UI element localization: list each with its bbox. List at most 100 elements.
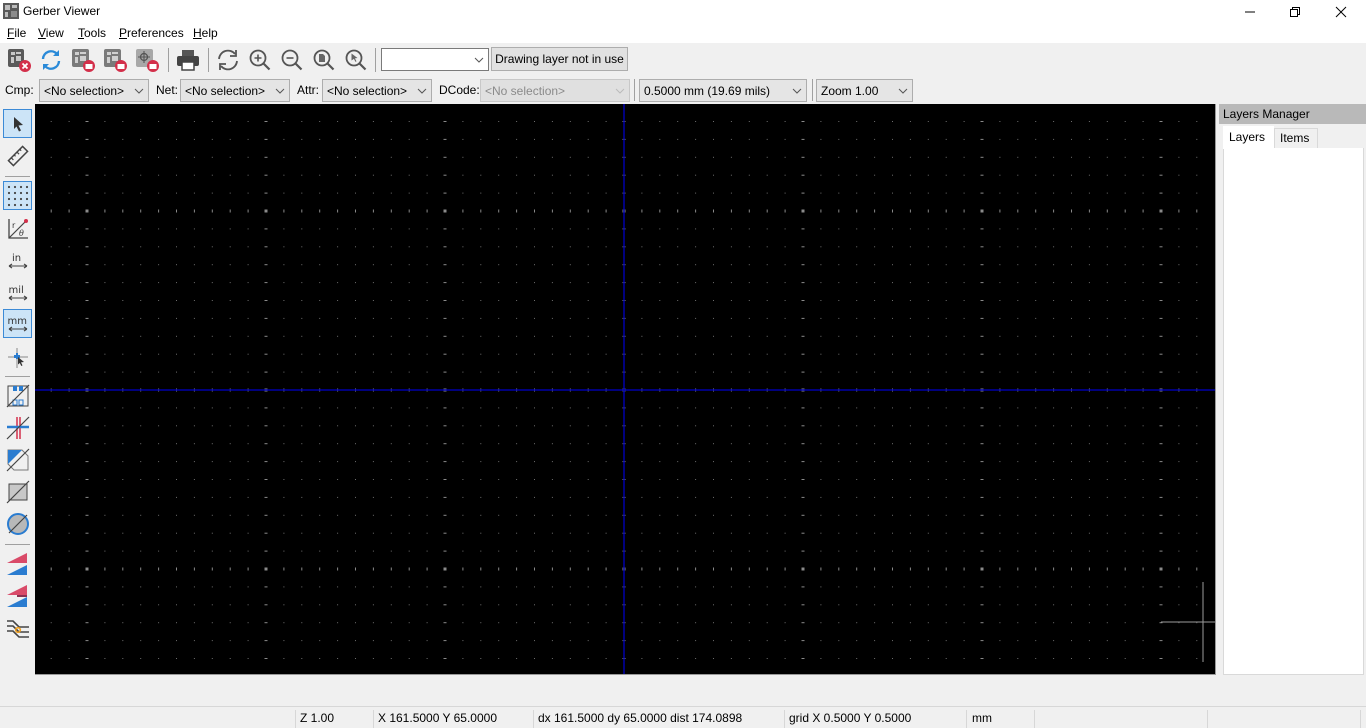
show-polygons-sketch-button[interactable] bbox=[3, 445, 32, 474]
select-tool-button[interactable] bbox=[3, 109, 32, 138]
grid-dot bbox=[426, 550, 428, 552]
grid-dot bbox=[784, 246, 786, 248]
net-filter-dropdown[interactable]: <No selection> bbox=[180, 79, 290, 102]
grid-dot bbox=[587, 550, 589, 552]
grid-dot bbox=[730, 174, 732, 176]
grid-dot bbox=[551, 174, 553, 176]
grid-dot bbox=[569, 317, 571, 319]
grid-dot bbox=[426, 479, 428, 480]
print-button[interactable] bbox=[174, 46, 202, 74]
grid-dot bbox=[1196, 550, 1198, 552]
grid-dot bbox=[748, 209, 750, 213]
menu-help[interactable]: Help bbox=[193, 26, 218, 40]
clear-layers-button[interactable] bbox=[5, 46, 33, 74]
grid-toggle-button[interactable] bbox=[3, 181, 32, 210]
minimize-button[interactable] bbox=[1227, 0, 1273, 23]
grid-dot bbox=[874, 658, 876, 659]
grid-dot bbox=[1088, 567, 1090, 571]
grid-dot bbox=[534, 371, 535, 373]
zoom-out-button[interactable] bbox=[278, 46, 306, 74]
grid-dot bbox=[730, 371, 732, 373]
tab-layers[interactable]: Layers bbox=[1223, 126, 1274, 149]
svg-text:r: r bbox=[12, 221, 16, 230]
grid-dot bbox=[980, 246, 984, 248]
grid-dot bbox=[766, 658, 768, 659]
grid-dot bbox=[229, 567, 231, 571]
zoom-in-button[interactable] bbox=[246, 46, 274, 74]
drawing-layer-button[interactable]: Drawing layer not in use bbox=[491, 47, 628, 71]
grid-dot bbox=[677, 425, 679, 427]
menu-view[interactable]: View bbox=[38, 26, 64, 40]
grid-dot bbox=[801, 317, 805, 319]
grid-size-dropdown[interactable]: 0.5000 mm (19.69 mils) bbox=[639, 79, 807, 102]
grid-dot bbox=[927, 209, 929, 213]
grid-dot bbox=[1142, 156, 1144, 158]
diff-mode-button[interactable] bbox=[3, 549, 32, 578]
grid-dot bbox=[980, 496, 984, 498]
svg-text:in: in bbox=[12, 253, 21, 264]
show-dcodes-button[interactable] bbox=[3, 509, 32, 538]
show-negative-objects-button[interactable] bbox=[3, 477, 32, 506]
open-drill-button[interactable] bbox=[133, 46, 161, 74]
grid-dot bbox=[264, 282, 268, 284]
redraw-button[interactable] bbox=[214, 46, 242, 74]
grid-dot bbox=[587, 407, 589, 409]
grid-dot bbox=[1071, 550, 1072, 552]
grid-dot bbox=[1053, 121, 1055, 122]
grid-dot bbox=[50, 532, 52, 534]
show-lines-sketch-button[interactable] bbox=[3, 413, 32, 442]
grid-dot bbox=[1142, 407, 1144, 409]
grid-dot bbox=[748, 532, 750, 534]
units-mils-button[interactable]: mil bbox=[3, 278, 32, 307]
menu-tools[interactable]: Tools bbox=[78, 26, 106, 40]
grid-dot bbox=[516, 192, 518, 194]
grid-dot bbox=[569, 622, 571, 624]
grid-dot bbox=[211, 479, 213, 480]
units-inches-button[interactable]: in bbox=[3, 246, 32, 275]
grid-dot bbox=[856, 550, 858, 552]
status-separator bbox=[1360, 710, 1361, 728]
reload-button[interactable] bbox=[37, 46, 65, 74]
grid-dot bbox=[426, 425, 428, 427]
gerber-canvas[interactable] bbox=[35, 104, 1216, 675]
grid-dot bbox=[856, 335, 858, 337]
attr-filter-dropdown[interactable]: <No selection> bbox=[322, 79, 432, 102]
grid-dot bbox=[963, 174, 965, 176]
grid-dot bbox=[408, 282, 410, 284]
zoom-level-dropdown[interactable]: Zoom 1.00 bbox=[816, 79, 913, 102]
cmp-filter-dropdown[interactable]: <No selection> bbox=[39, 79, 149, 102]
grid-dot bbox=[498, 586, 500, 588]
menu-preferences[interactable]: Preferences bbox=[119, 26, 184, 40]
restore-button[interactable] bbox=[1272, 0, 1318, 23]
menu-file[interactable]: File bbox=[7, 26, 26, 40]
grid-dot bbox=[516, 443, 518, 445]
grid-dot bbox=[1053, 567, 1055, 571]
grid-dot bbox=[730, 407, 732, 409]
zoom-selection-button[interactable] bbox=[342, 46, 370, 74]
units-mm-button[interactable]: mm bbox=[3, 309, 32, 338]
grid-dot bbox=[104, 479, 106, 480]
dcode-filter-dropdown[interactable]: <No selection> bbox=[480, 79, 630, 102]
high-contrast-mode-button[interactable] bbox=[3, 581, 32, 610]
open-gerber-button[interactable] bbox=[69, 46, 97, 74]
grid-dot bbox=[408, 264, 410, 266]
grid-dot bbox=[730, 443, 732, 445]
polar-coords-button[interactable]: r θ bbox=[3, 214, 32, 243]
close-button[interactable] bbox=[1318, 0, 1364, 23]
show-nets-button[interactable] bbox=[3, 613, 32, 642]
full-crosshair-button[interactable] bbox=[3, 343, 32, 372]
grid-dot bbox=[605, 532, 607, 534]
grid-dot bbox=[1142, 353, 1144, 355]
grid-dot bbox=[301, 228, 303, 230]
layer-select-dropdown[interactable] bbox=[381, 48, 489, 71]
open-zip-button[interactable] bbox=[101, 46, 129, 74]
show-flashed-sketch-button[interactable] bbox=[3, 381, 32, 410]
grid-dot bbox=[1017, 586, 1019, 588]
grid-dot bbox=[337, 317, 339, 319]
grid-dot bbox=[390, 121, 392, 122]
grid-dot bbox=[247, 335, 249, 337]
zoom-fit-button[interactable] bbox=[310, 46, 338, 74]
tab-items[interactable]: Items bbox=[1274, 128, 1318, 148]
grid-dot bbox=[443, 407, 447, 409]
measure-tool-button[interactable] bbox=[3, 141, 32, 170]
